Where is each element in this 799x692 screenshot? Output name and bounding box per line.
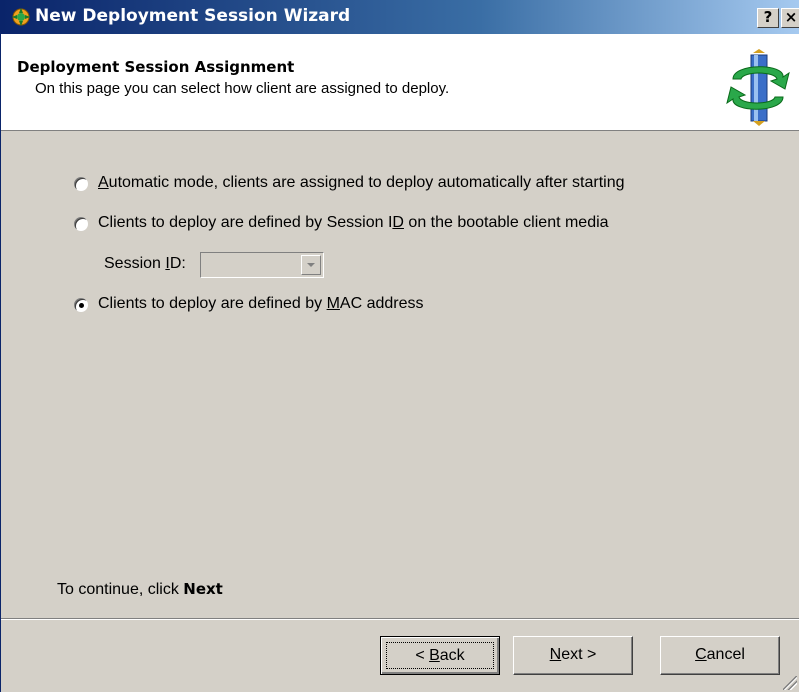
radio-label[interactable]: Clients to deploy are defined by Session… (98, 214, 609, 232)
radio-label[interactable]: Clients to deploy are defined by MAC add… (98, 295, 424, 313)
page-title: Deployment Session Assignment (17, 58, 295, 76)
continue-instruction: To continue, click Next (57, 580, 223, 598)
next-button[interactable]: Next > (513, 636, 633, 675)
page-subtitle: On this page you can select how client a… (35, 80, 450, 97)
wizard-app-icon (11, 7, 31, 27)
window-title: New Deployment Session Wizard (35, 6, 351, 26)
radio-button[interactable] (73, 176, 89, 192)
resize-grip-icon[interactable] (783, 676, 797, 690)
session-id-label: Session ID: (104, 255, 186, 272)
deployment-logo-icon (723, 49, 793, 126)
title-bar[interactable]: New Deployment Session Wizard ? × (1, 0, 799, 34)
radio-button[interactable] (73, 216, 89, 232)
chevron-down-icon (307, 263, 315, 267)
wizard-header: Deployment Session Assignment On this pa… (1, 34, 799, 131)
help-button[interactable]: ? (757, 8, 779, 28)
close-button[interactable]: × (781, 8, 799, 28)
radio-label[interactable]: Automatic mode, clients are assigned to … (98, 174, 625, 192)
focus-rect: < Back (386, 642, 494, 669)
session-id-combobox[interactable] (200, 252, 324, 278)
back-button[interactable]: < Back (380, 636, 500, 675)
footer-separator (1, 618, 799, 620)
wizard-window: New Deployment Session Wizard ? × Deploy… (0, 0, 799, 692)
cancel-button[interactable]: Cancel (660, 636, 780, 675)
radio-button[interactable] (73, 297, 89, 313)
combo-dropdown-button[interactable] (301, 255, 321, 275)
